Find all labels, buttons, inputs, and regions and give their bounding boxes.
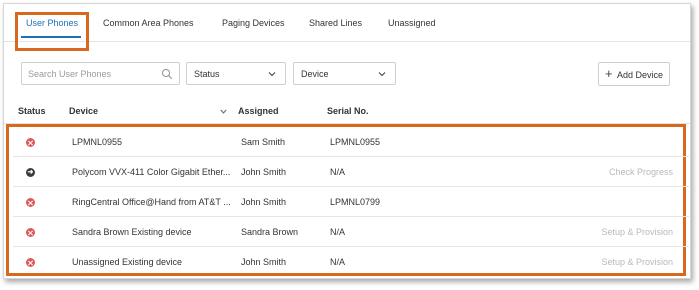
assigned-user: Sandra Brown bbox=[241, 227, 299, 237]
sort-chevron-icon[interactable] bbox=[220, 109, 227, 114]
status-select-label: Status bbox=[194, 69, 220, 79]
serial-number: LPMNL0799 bbox=[330, 197, 381, 207]
device-name: LPMNL0955 bbox=[72, 137, 123, 147]
add-device-label: Add Device bbox=[617, 70, 664, 80]
device-name: Unassigned Existing device bbox=[72, 257, 183, 267]
device-name: Sandra Brown Existing device bbox=[72, 227, 192, 237]
column-header-device[interactable]: Device bbox=[69, 106, 98, 116]
assigned-user: John Smith bbox=[241, 257, 287, 267]
table-row[interactable]: RingCentral Office@Hand from AT&T ... Jo… bbox=[13, 187, 689, 217]
search-box bbox=[21, 62, 180, 85]
device-select[interactable]: Device bbox=[293, 62, 396, 85]
table-row[interactable]: LPMNL0955 Sam Smith LPMNL0955 bbox=[13, 127, 689, 157]
plus-icon: + bbox=[605, 66, 613, 81]
chevron-down-icon bbox=[268, 72, 276, 77]
serial-number: N/A bbox=[330, 257, 346, 267]
device-manager-panel: User Phones Common Area Phones Paging De… bbox=[3, 3, 691, 279]
serial-number: N/A bbox=[330, 227, 346, 237]
tab-common-area-phones[interactable]: Common Area Phones bbox=[103, 18, 194, 28]
column-header-assigned[interactable]: Assigned bbox=[238, 106, 279, 116]
device-tabs: User Phones Common Area Phones Paging De… bbox=[4, 4, 690, 42]
serial-number: LPMNL0955 bbox=[330, 137, 381, 147]
assigned-user: John Smith bbox=[241, 197, 287, 207]
column-header-serial[interactable]: Serial No. bbox=[327, 106, 369, 116]
serial-number: N/A bbox=[330, 167, 346, 177]
assigned-user: John Smith bbox=[241, 167, 287, 177]
chevron-down-icon bbox=[378, 72, 386, 77]
tab-shared-lines[interactable]: Shared Lines bbox=[309, 18, 362, 28]
error-status-icon bbox=[26, 138, 35, 147]
search-input[interactable] bbox=[28, 67, 158, 81]
status-select[interactable]: Status bbox=[186, 62, 286, 85]
table-row[interactable]: Sandra Brown Existing device Sandra Brow… bbox=[13, 217, 689, 247]
table-rows-highlight: LPMNL0955 Sam Smith LPMNL0955 ➜ Polycom … bbox=[6, 124, 689, 277]
device-name: Polycom VVX-411 Color Gigabit Ether... bbox=[72, 167, 231, 177]
device-select-label: Device bbox=[301, 69, 329, 79]
in-progress-status-icon: ➜ bbox=[26, 168, 35, 177]
check-progress-link[interactable]: Check Progress bbox=[609, 167, 673, 177]
add-device-button[interactable]: + Add Device bbox=[598, 62, 670, 86]
tab-unassigned[interactable]: Unassigned bbox=[388, 18, 436, 28]
search-icon[interactable] bbox=[161, 68, 173, 80]
tab-paging-devices[interactable]: Paging Devices bbox=[222, 18, 285, 28]
device-name: RingCentral Office@Hand from AT&T ... bbox=[72, 197, 231, 207]
column-header-status[interactable]: Status bbox=[18, 106, 46, 116]
setup-provision-link[interactable]: Setup & Provision bbox=[601, 257, 673, 267]
error-status-icon bbox=[26, 198, 35, 207]
table-row[interactable]: ➜ Polycom VVX-411 Color Gigabit Ether...… bbox=[13, 157, 689, 187]
assigned-user: Sam Smith bbox=[241, 137, 286, 147]
active-tab-highlight bbox=[15, 12, 89, 51]
setup-provision-link[interactable]: Setup & Provision bbox=[601, 227, 673, 237]
error-status-icon bbox=[26, 228, 35, 237]
table-row[interactable]: Unassigned Existing device John Smith N/… bbox=[13, 247, 689, 277]
error-status-icon bbox=[26, 258, 35, 267]
table-header: Status Device Assigned Serial No. bbox=[4, 98, 690, 124]
